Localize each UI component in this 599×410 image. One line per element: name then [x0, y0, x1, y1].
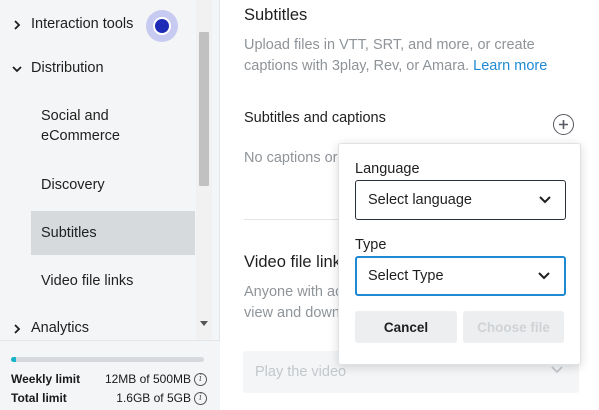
- sidebar-subitem-social-ecommerce[interactable]: Social and eCommerce: [31, 100, 195, 152]
- subtitles-description: Upload files in VTT, SRT, and more, or c…: [244, 35, 574, 77]
- scroll-down-arrow-icon[interactable]: [200, 321, 208, 326]
- chevron-right-icon: [11, 19, 23, 31]
- language-label: Language: [355, 161, 420, 177]
- choose-file-button[interactable]: Choose file: [463, 311, 564, 343]
- video-file-links-title: Video file link: [244, 253, 341, 271]
- hotspot-indicator[interactable]: [146, 10, 178, 42]
- sidebar-item-analytics[interactable]: Analytics: [0, 318, 196, 340]
- no-captions-text: No captions or: [244, 150, 338, 166]
- sidebar-subitem-label: Subtitles: [41, 225, 97, 241]
- total-limit-value: 1.6GB of 5GB: [116, 391, 191, 405]
- language-select[interactable]: Select language: [355, 180, 566, 220]
- usage-progress-fill: [11, 357, 16, 362]
- weekly-limit-row: Weekly limit 12MB of 500MB i: [11, 371, 209, 387]
- sidebar-nav: Interaction tools Distribution Social an…: [0, 0, 196, 340]
- total-limit-label: Total limit: [11, 391, 67, 405]
- play-select-placeholder: Play the video: [255, 364, 347, 380]
- sidebar-subitem-subtitles[interactable]: Subtitles: [31, 211, 195, 255]
- scrollbar-thumb[interactable]: [199, 32, 209, 186]
- sidebar-subitem-label: Social and eCommerce: [41, 108, 120, 144]
- info-icon[interactable]: i: [194, 391, 207, 405]
- usage-progress-bar: [11, 357, 204, 362]
- sidebar-scrollbar[interactable]: [196, 0, 212, 340]
- page-title: Subtitles: [244, 6, 308, 24]
- type-select-value: Select Type: [368, 268, 444, 284]
- chevron-down-icon: [538, 272, 550, 280]
- sidebar-item-distribution[interactable]: Distribution: [0, 58, 196, 80]
- subtitles-captions-heading: Subtitles and captions: [244, 110, 386, 126]
- cancel-button[interactable]: Cancel: [355, 311, 457, 343]
- sidebar: Interaction tools Distribution Social an…: [0, 0, 220, 410]
- sidebar-item-label: Analytics: [31, 320, 90, 336]
- add-caption-popover: Language Select language Type Select Typ…: [338, 143, 581, 365]
- sidebar-item-label: Interaction tools: [31, 16, 134, 32]
- sidebar-subitem-video-file-links[interactable]: Video file links: [31, 260, 195, 302]
- info-icon[interactable]: i: [194, 372, 207, 386]
- chevron-down-icon: [539, 196, 551, 204]
- sidebar-item-label: Distribution: [31, 60, 104, 76]
- sidebar-subitem-label: Discovery: [41, 177, 105, 193]
- weekly-limit-label: Weekly limit: [11, 372, 81, 386]
- learn-more-link[interactable]: Learn more: [473, 58, 547, 74]
- chevron-down-icon: [551, 366, 563, 374]
- chevron-down-icon: [11, 63, 23, 75]
- sidebar-subitem-discovery[interactable]: Discovery: [31, 164, 195, 206]
- type-label: Type: [355, 237, 387, 253]
- usage-limits: Weekly limit 12MB of 500MB i Total limit…: [0, 340, 220, 410]
- sidebar-subitem-label: Video file links: [41, 273, 134, 289]
- total-limit-row: Total limit 1.6GB of 5GB i: [11, 390, 209, 406]
- type-select[interactable]: Select Type: [355, 256, 566, 296]
- hotspot-dot: [153, 17, 171, 35]
- weekly-limit-value: 12MB of 500MB: [104, 372, 191, 386]
- chevron-right-icon: [11, 323, 23, 335]
- language-select-value: Select language: [368, 192, 472, 208]
- add-caption-plus-icon[interactable]: [553, 114, 574, 135]
